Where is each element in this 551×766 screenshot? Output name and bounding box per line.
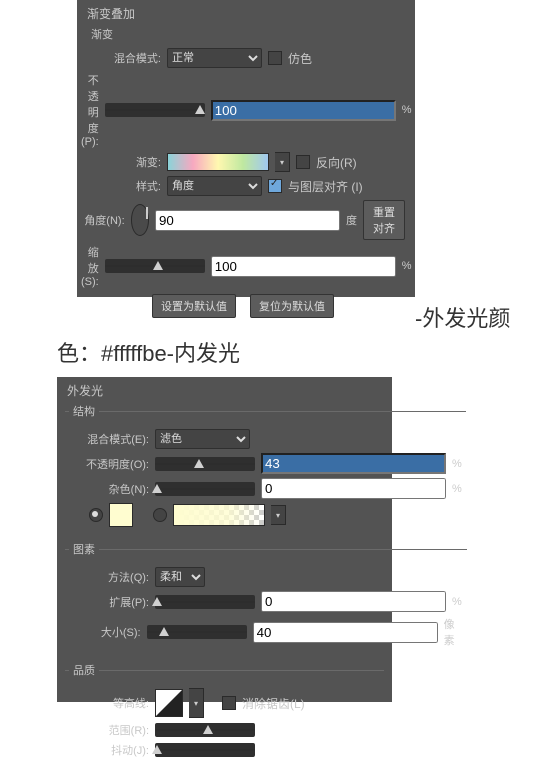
- size-label: 大小(S):: [69, 624, 141, 640]
- dither-label: 仿色: [288, 50, 312, 67]
- antialias-checkbox[interactable]: [222, 696, 236, 710]
- quality-legend: 品质: [69, 662, 99, 678]
- reverse-label: 反向(R): [316, 154, 357, 171]
- blend-mode-label2: 混合模式(E):: [69, 431, 149, 447]
- size-input[interactable]: [253, 622, 438, 643]
- angle-dial[interactable]: [131, 204, 149, 236]
- opacity-input2[interactable]: [261, 453, 446, 474]
- caption-part1: -外发光颜: [415, 306, 510, 331]
- reset-align-button[interactable]: 重置对齐: [363, 200, 405, 240]
- reverse-checkbox[interactable]: [296, 155, 310, 169]
- panel2-title: 外发光: [57, 377, 392, 401]
- gradient-label: 渐变:: [81, 154, 161, 170]
- gradient-radio[interactable]: [153, 508, 167, 522]
- contour-dropdown-icon[interactable]: ▾: [189, 688, 204, 718]
- gradient-dropdown-icon[interactable]: ▾: [275, 152, 290, 172]
- blend-mode-label: 混合模式:: [81, 50, 161, 66]
- color-radio[interactable]: [89, 508, 103, 522]
- glow-gradient-dropdown-icon[interactable]: ▾: [271, 505, 286, 525]
- noise-slider[interactable]: [155, 482, 255, 496]
- reset-default-button[interactable]: 复位为默认值: [250, 294, 334, 318]
- range-label: 范围(R):: [69, 722, 149, 738]
- opacity-label: 不透明度(P):: [81, 72, 99, 148]
- jitter-label: 抖动(J):: [69, 742, 149, 758]
- elements-fieldset: 图素 方法(Q): 柔和 扩展(P): % 大小(S): 像素: [65, 541, 467, 656]
- contour-label: 等高线:: [69, 695, 149, 711]
- glow-gradient-preview[interactable]: [173, 504, 265, 526]
- jitter-slider[interactable]: [155, 743, 255, 757]
- opacity-input[interactable]: [211, 100, 396, 121]
- style-label: 样式:: [81, 178, 161, 194]
- spread-input[interactable]: [261, 591, 446, 612]
- spread-unit: %: [452, 596, 462, 608]
- gradient-overlay-panel: 渐变叠加 渐变 混合模式: 正常 仿色 不透明度(P): % 渐变: ▾ 反向(…: [77, 0, 415, 297]
- opacity-slider2[interactable]: [155, 457, 255, 471]
- scale-label: 缩放(S):: [81, 244, 99, 288]
- blend-mode-select[interactable]: 正常: [167, 48, 262, 68]
- noise-unit: %: [452, 483, 462, 495]
- style-select[interactable]: 角度: [167, 176, 262, 196]
- angle-input[interactable]: [155, 210, 340, 231]
- spread-label: 扩展(P):: [69, 594, 149, 610]
- quality-fieldset: 品质 等高线: ▾ 消除锯齿(L) 范围(R): 抖动(J):: [65, 662, 384, 766]
- opacity-slider[interactable]: [105, 103, 205, 117]
- outer-glow-panel: 外发光 结构 混合模式(E): 滤色 不透明度(O): % 杂色(N): % ▾: [57, 377, 392, 702]
- size-unit: 像素: [444, 616, 463, 648]
- gradient-preview[interactable]: [167, 153, 269, 171]
- angle-unit: 度: [346, 212, 357, 228]
- blend-mode-select2[interactable]: 滤色: [155, 429, 250, 449]
- opacity-label2: 不透明度(O):: [69, 456, 149, 472]
- elements-legend: 图素: [69, 541, 99, 557]
- noise-input[interactable]: [261, 478, 446, 499]
- contour-preview[interactable]: [155, 689, 183, 717]
- gradient-subtitle: 渐变: [77, 24, 415, 44]
- color-swatch[interactable]: [109, 503, 133, 527]
- method-label: 方法(Q):: [69, 569, 149, 585]
- range-slider[interactable]: [155, 723, 255, 737]
- align-layer-checkbox[interactable]: [268, 179, 282, 193]
- antialias-label: 消除锯齿(L): [242, 695, 305, 712]
- angle-label: 角度(N):: [81, 212, 125, 228]
- scale-input[interactable]: [211, 256, 396, 277]
- scale-slider[interactable]: [105, 259, 205, 273]
- panel-title: 渐变叠加: [77, 0, 415, 24]
- structure-legend: 结构: [69, 403, 99, 419]
- scale-unit: %: [402, 260, 412, 272]
- size-slider[interactable]: [147, 625, 247, 639]
- caption-part2: 色：#fffffbe-内发光: [57, 336, 551, 371]
- dither-checkbox[interactable]: [268, 51, 282, 65]
- method-select[interactable]: 柔和: [155, 567, 205, 587]
- set-default-button[interactable]: 设置为默认值: [152, 294, 236, 318]
- spread-slider[interactable]: [155, 595, 255, 609]
- opacity-unit: %: [402, 104, 412, 116]
- align-layer-label: 与图层对齐 (I): [288, 178, 363, 195]
- structure-fieldset: 结构 混合模式(E): 滤色 不透明度(O): % 杂色(N): % ▾: [65, 403, 466, 535]
- opacity-unit2: %: [452, 458, 462, 470]
- noise-label: 杂色(N):: [69, 481, 149, 497]
